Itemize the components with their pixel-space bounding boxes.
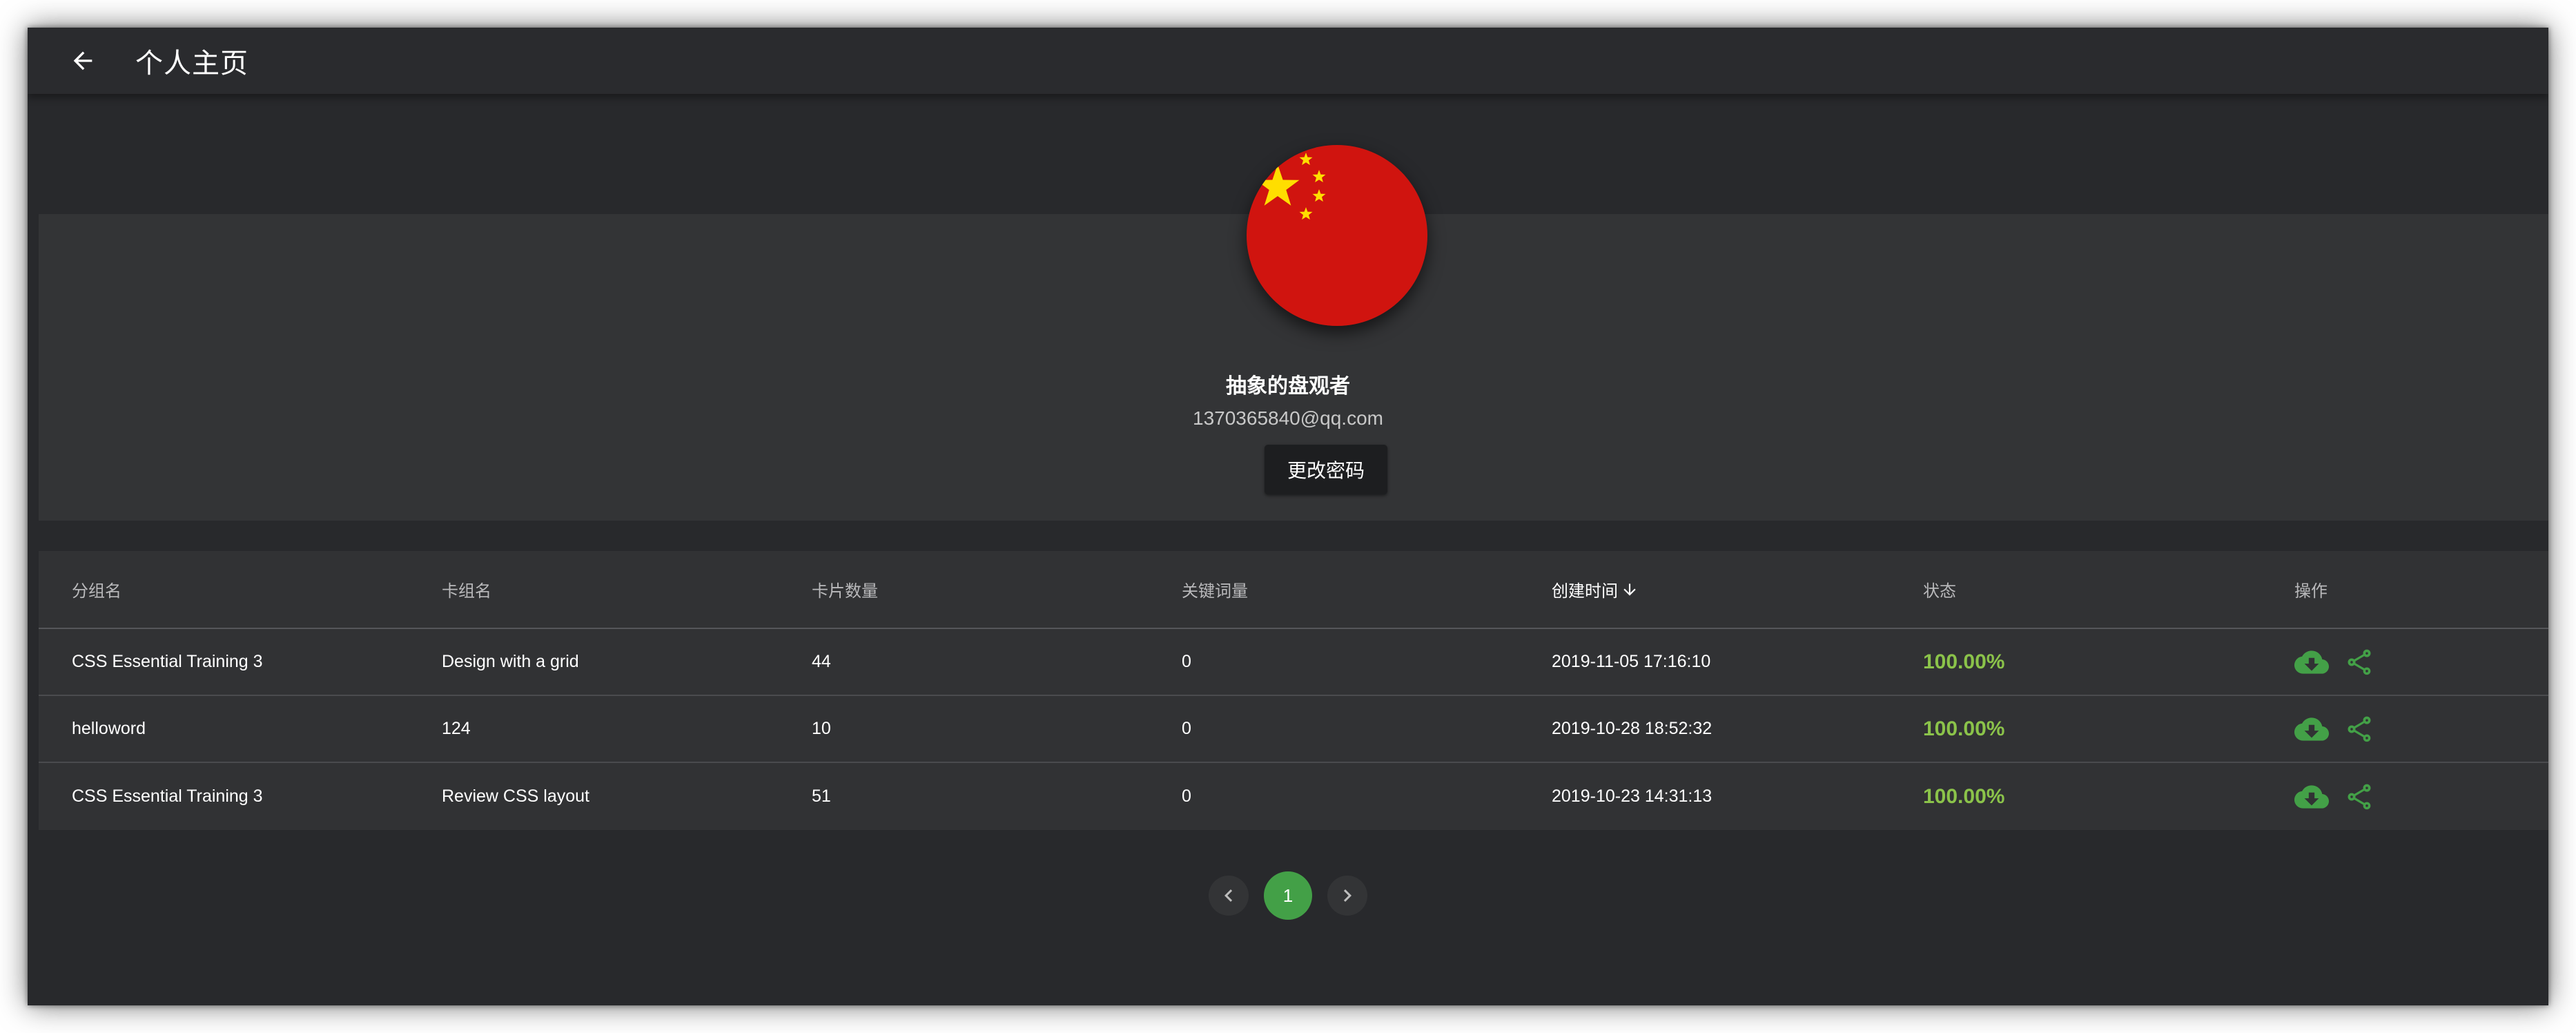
arrow-left-icon bbox=[73, 51, 92, 70]
cell-status: 100.00% bbox=[1923, 784, 2005, 808]
username: 抽象的盘观者 bbox=[1226, 375, 1350, 398]
page-button-current[interactable]: 1 bbox=[1264, 871, 1312, 920]
share-icon[interactable] bbox=[2344, 647, 2374, 677]
next-page-button[interactable] bbox=[1327, 876, 1367, 916]
table-row: CSS Essential Training 3 Design with a g… bbox=[39, 629, 2548, 696]
table-row: helloword 124 10 0 2019-10-28 18:52:32 1… bbox=[39, 696, 2548, 763]
back-button[interactable] bbox=[55, 33, 110, 88]
row-actions bbox=[2294, 780, 2374, 814]
deck-table: 分组名 卡组名 卡片数量 关键词量 创建时间 状态 操作 CSS Essenti… bbox=[39, 551, 2548, 830]
header-keyword-count[interactable]: 关键词量 bbox=[1182, 577, 1248, 601]
cell-group: helloword bbox=[72, 719, 146, 738]
share-icon[interactable] bbox=[2344, 714, 2374, 744]
chevron-right-icon bbox=[1343, 889, 1352, 902]
cell-keyword-count: 0 bbox=[1182, 786, 1191, 806]
share-icon[interactable] bbox=[2344, 782, 2374, 812]
user-email: 1370365840@qq.com bbox=[1193, 407, 1383, 429]
cell-deck: 124 bbox=[442, 719, 471, 738]
table-row: CSS Essential Training 3 Review CSS layo… bbox=[39, 763, 2548, 830]
cell-status: 100.00% bbox=[1923, 650, 2005, 673]
app-bar: 个人主页 bbox=[28, 28, 2548, 94]
header-card-count[interactable]: 卡片数量 bbox=[812, 577, 878, 601]
cell-group: CSS Essential Training 3 bbox=[72, 786, 263, 806]
china-flag-avatar bbox=[1247, 145, 1427, 326]
avatar bbox=[1247, 145, 1427, 326]
row-actions bbox=[2294, 712, 2374, 746]
cell-created-time: 2019-11-05 17:16:10 bbox=[1552, 652, 1711, 671]
change-password-button[interactable]: 更改密码 bbox=[1265, 445, 1387, 494]
cell-group: CSS Essential Training 3 bbox=[72, 652, 263, 671]
header-group[interactable]: 分组名 bbox=[72, 577, 121, 601]
header-actions: 操作 bbox=[2294, 582, 2328, 601]
cell-keyword-count: 0 bbox=[1182, 652, 1191, 671]
cell-keyword-count: 0 bbox=[1182, 719, 1191, 738]
cloud-download-icon[interactable] bbox=[2294, 645, 2329, 679]
cell-deck: Review CSS layout bbox=[442, 786, 589, 806]
cloud-download-icon[interactable] bbox=[2294, 780, 2329, 814]
app-window: 个人主页 抽象的盘观者 1370365840@qq.com 更改密码 分组名 卡… bbox=[28, 28, 2548, 1005]
cell-card-count: 10 bbox=[812, 719, 831, 738]
cell-deck: Design with a grid bbox=[442, 652, 579, 671]
header-created-time-label: 创建时间 bbox=[1552, 582, 1618, 601]
chevron-left-icon bbox=[1224, 889, 1233, 902]
row-actions bbox=[2294, 645, 2374, 679]
arrow-down-icon bbox=[1623, 583, 1636, 596]
cell-created-time: 2019-10-23 14:31:13 bbox=[1552, 786, 1713, 806]
pagination: 1 bbox=[28, 871, 2548, 920]
cell-card-count: 51 bbox=[812, 786, 831, 806]
cell-created-time: 2019-10-28 18:52:32 bbox=[1552, 719, 1713, 738]
cell-card-count: 44 bbox=[812, 652, 831, 671]
cloud-download-icon[interactable] bbox=[2294, 712, 2329, 746]
table-header-row: 分组名 卡组名 卡片数量 关键词量 创建时间 状态 操作 bbox=[39, 551, 2548, 629]
header-deck[interactable]: 卡组名 bbox=[442, 577, 491, 601]
header-status[interactable]: 状态 bbox=[1923, 577, 1956, 601]
cell-status: 100.00% bbox=[1923, 717, 2005, 740]
header-created-time[interactable]: 创建时间 bbox=[1552, 577, 1639, 601]
prev-page-button[interactable] bbox=[1209, 876, 1249, 916]
page-title: 个人主页 bbox=[135, 48, 248, 79]
